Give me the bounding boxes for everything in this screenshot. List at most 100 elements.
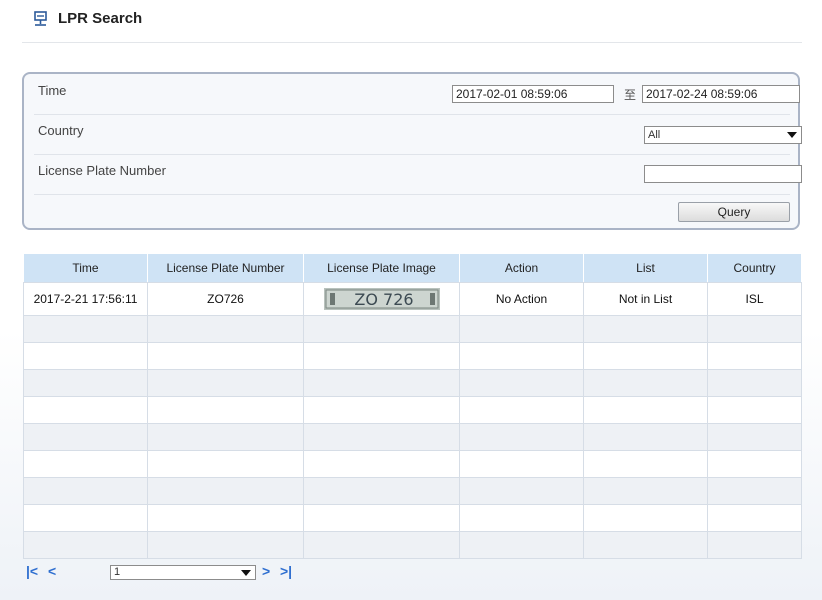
page-select[interactable]: 1 [110, 565, 256, 580]
query-button[interactable]: Query [678, 202, 790, 222]
table-cell-empty [303, 504, 460, 532]
time-row: Time 2017-02-01 08:59:06 至 2017-02-24 08… [34, 74, 800, 115]
page-title: LPR Search [58, 10, 143, 27]
table-cell-empty [303, 396, 460, 424]
table-row-empty [23, 450, 802, 478]
table-cell-empty [583, 504, 708, 532]
table-cell-empty [707, 450, 802, 478]
table-header-row: Time License Plate Number License Plate … [23, 253, 802, 283]
column-header-plate-number[interactable]: License Plate Number [147, 253, 304, 283]
table-row-empty [23, 342, 802, 370]
table-row-empty [23, 369, 802, 397]
table-cell-empty [303, 531, 460, 559]
table-cell-empty [147, 504, 304, 532]
last-page-icon[interactable]: >| [280, 562, 292, 580]
results-table: Time License Plate Number License Plate … [23, 253, 802, 559]
plate-image-text: ZO 726 [354, 290, 413, 309]
time-label: Time [38, 83, 67, 98]
cell-country: ISL [707, 282, 802, 316]
country-label: Country [38, 123, 84, 138]
search-panel: Time 2017-02-01 08:59:06 至 2017-02-24 08… [22, 72, 802, 230]
table-cell-empty [583, 342, 708, 370]
table-cell-empty [23, 531, 148, 559]
table-row-empty [23, 315, 802, 343]
table-cell-empty [23, 369, 148, 397]
table-cell-empty [23, 477, 148, 505]
table-cell-empty [147, 423, 304, 451]
table-cell-empty [303, 369, 460, 397]
table-cell-empty [147, 450, 304, 478]
country-selected-value: All [648, 129, 661, 141]
table-cell-empty [707, 423, 802, 451]
column-header-action[interactable]: Action [459, 253, 584, 283]
table-cell-empty [707, 369, 802, 397]
table-cell-empty [459, 396, 584, 424]
table-cell-empty [459, 369, 584, 397]
column-header-time[interactable]: Time [23, 253, 148, 283]
table-row-empty [23, 423, 802, 451]
cell-action: No Action [459, 282, 584, 316]
chevron-down-icon [787, 132, 797, 138]
table-cell-empty [147, 531, 304, 559]
table-cell-empty [583, 450, 708, 478]
table-cell-empty [459, 531, 584, 559]
start-time-input[interactable]: 2017-02-01 08:59:06 [452, 85, 614, 103]
plate-row: License Plate Number [34, 154, 802, 195]
time-separator: 至 [624, 88, 637, 102]
plate-number-input[interactable] [644, 165, 802, 183]
table-cell-empty [303, 342, 460, 370]
table-cell-empty [303, 423, 460, 451]
chevron-down-icon [241, 570, 251, 576]
table-cell-empty [707, 315, 802, 343]
cell-plate-image[interactable]: ZO 726 [303, 282, 460, 316]
table-cell-empty [147, 396, 304, 424]
table-cell-empty [459, 342, 584, 370]
table-cell-empty [23, 450, 148, 478]
table-cell-empty [459, 315, 584, 343]
current-page-value: 1 [114, 566, 121, 578]
table-cell-empty [147, 477, 304, 505]
first-page-icon[interactable]: |< [26, 562, 38, 580]
cell-time: 2017-2-21 17:56:11 [23, 282, 148, 316]
table-row-empty [23, 396, 802, 424]
table-row-empty [23, 477, 802, 505]
table-cell-empty [707, 531, 802, 559]
table-cell-empty [707, 504, 802, 532]
table-cell-empty [583, 477, 708, 505]
table-cell-empty [23, 396, 148, 424]
table-cell-empty [23, 423, 148, 451]
table-cell-empty [303, 450, 460, 478]
column-header-country[interactable]: Country [707, 253, 802, 283]
table-cell-empty [583, 315, 708, 343]
country-select[interactable]: All [644, 126, 802, 144]
table-cell-empty [583, 396, 708, 424]
table-row-empty [23, 531, 802, 559]
pagination: |< < 1 > >| [26, 562, 326, 582]
table-cell-empty [707, 477, 802, 505]
table-cell-empty [147, 315, 304, 343]
table-cell-empty [147, 369, 304, 397]
column-header-plate-image[interactable]: License Plate Image [303, 253, 460, 283]
prev-page-icon[interactable]: < [48, 562, 56, 580]
table-cell-empty [583, 369, 708, 397]
table-cell-empty [707, 396, 802, 424]
next-page-icon[interactable]: > [262, 562, 270, 580]
country-row: Country All [34, 114, 802, 155]
table-cell-empty [23, 315, 148, 343]
table-row[interactable]: 2017-2-21 17:56:11 ZO726 ZO 726 No Actio… [23, 282, 802, 316]
cell-list: Not in List [583, 282, 708, 316]
lpr-search-icon [34, 11, 47, 26]
table-cell-empty [459, 477, 584, 505]
license-plate-image[interactable]: ZO 726 [323, 288, 440, 310]
table-cell-empty [707, 342, 802, 370]
table-cell-empty [303, 477, 460, 505]
table-cell-empty [459, 504, 584, 532]
table-cell-empty [459, 423, 584, 451]
table-cell-empty [459, 450, 584, 478]
cell-plate-number: ZO726 [147, 282, 304, 316]
end-time-input[interactable]: 2017-02-24 08:59:06 [642, 85, 800, 103]
column-header-list[interactable]: List [583, 253, 708, 283]
table-cell-empty [147, 342, 304, 370]
table-cell-empty [23, 342, 148, 370]
table-cell-empty [23, 504, 148, 532]
